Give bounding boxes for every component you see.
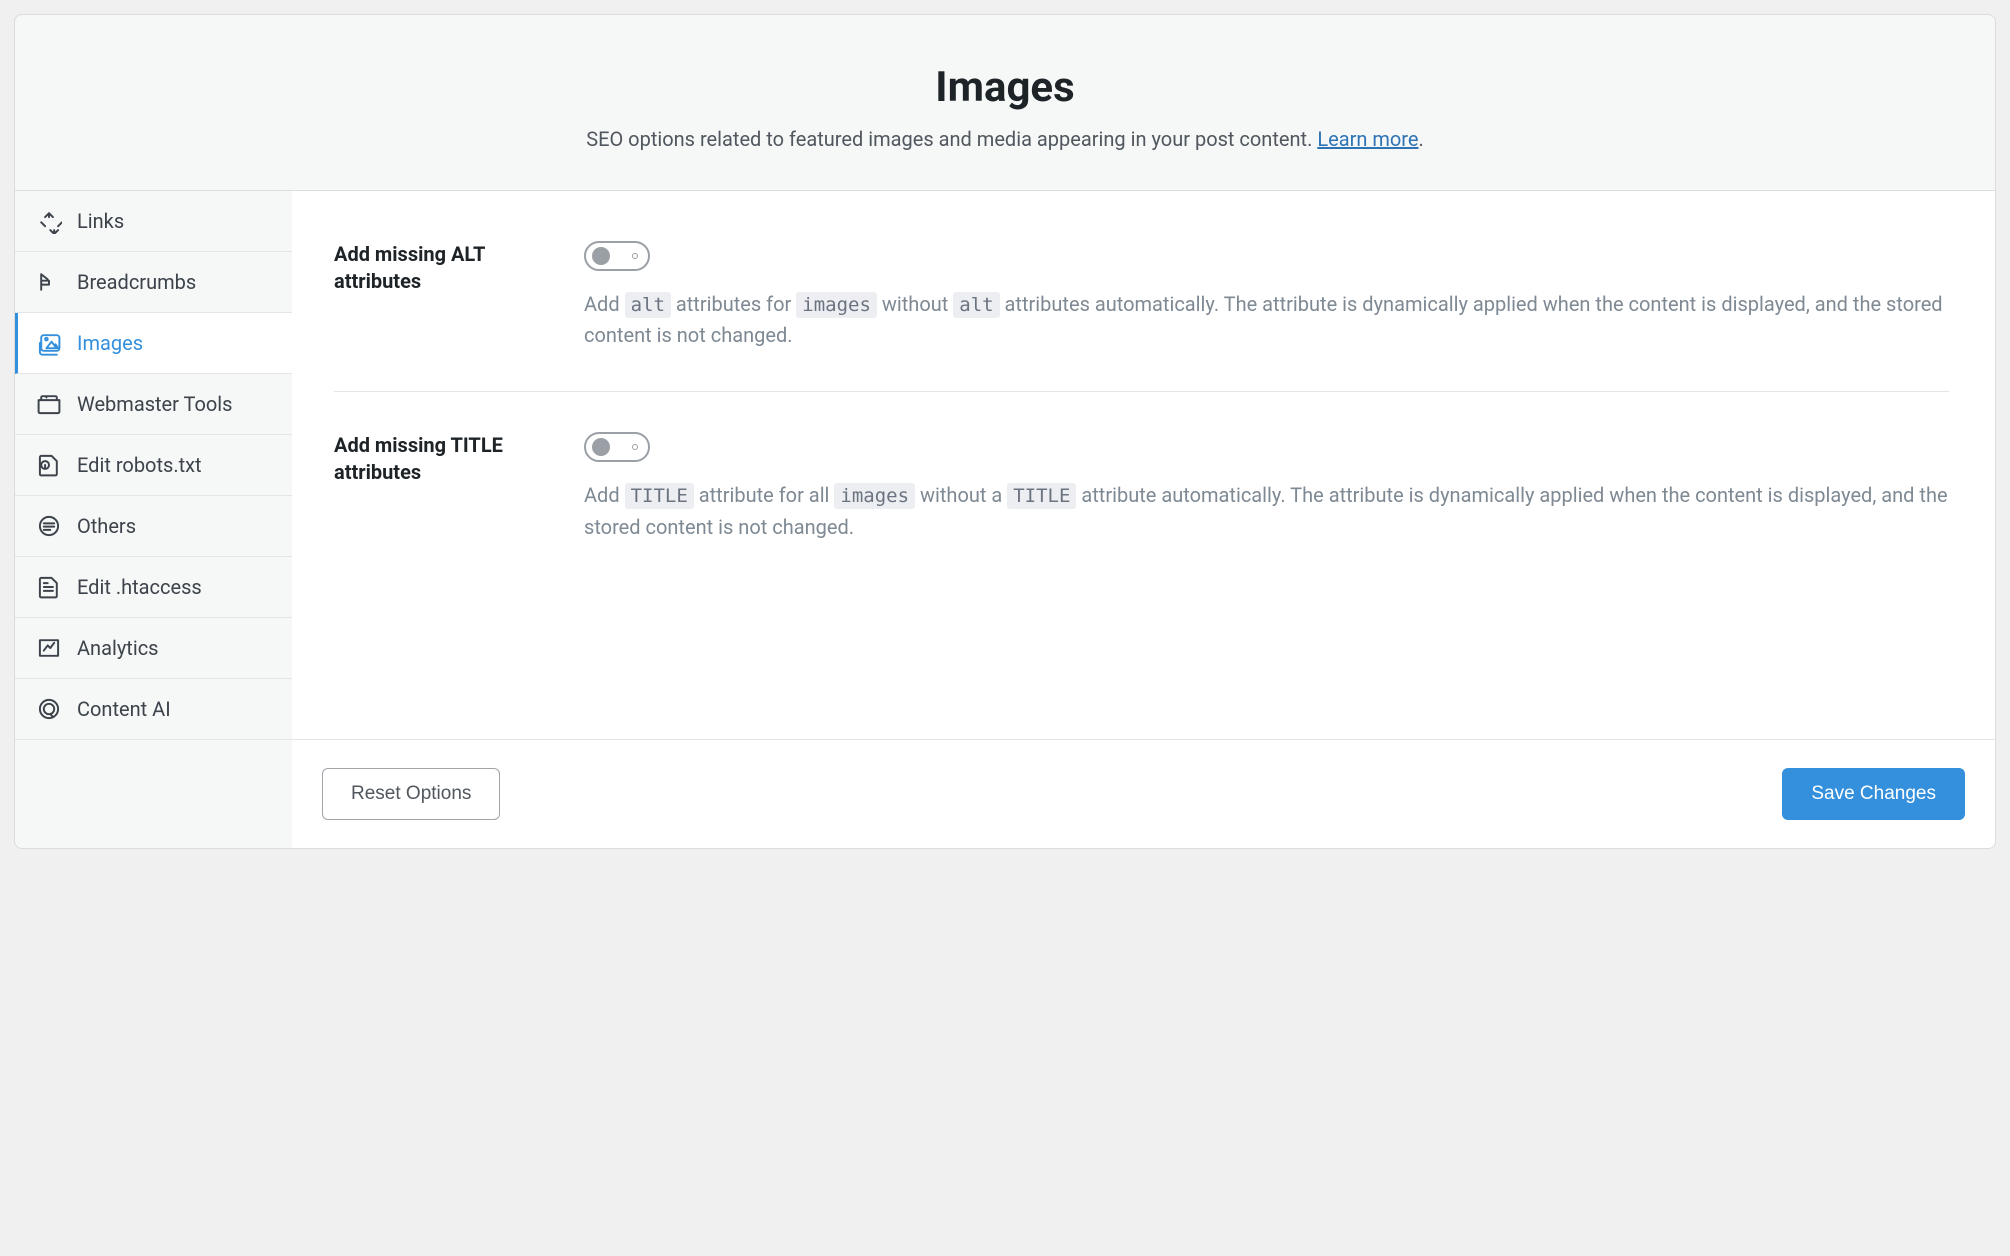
sidebar-item-webmaster-tools[interactable]: Webmaster Tools	[15, 374, 292, 435]
sidebar-item-label: Breadcrumbs	[77, 270, 196, 294]
analytics-icon	[35, 634, 63, 662]
breadcrumbs-icon	[35, 268, 63, 296]
sidebar-item-label: Webmaster Tools	[77, 392, 232, 416]
panel-body: Links Breadcrumbs Images Webmaster Tools…	[15, 191, 1995, 740]
links-icon	[35, 207, 63, 235]
setting-label: Add missing ALT attributes	[334, 241, 544, 351]
sidebar-item-label: Images	[77, 331, 143, 355]
sidebar-item-breadcrumbs[interactable]: Breadcrumbs	[15, 252, 292, 313]
toggle-alt-attributes[interactable]	[584, 241, 650, 271]
toggle-knob	[592, 438, 610, 456]
setting-control: Add TITLE attribute for all images witho…	[584, 432, 1949, 542]
toggle-dot	[632, 253, 638, 259]
learn-more-link[interactable]: Learn more	[1317, 127, 1418, 151]
setting-description-title: Add TITLE attribute for all images witho…	[584, 480, 1949, 542]
sidebar-item-links[interactable]: Links	[15, 191, 292, 252]
sidebar-item-content-ai[interactable]: Content AI	[15, 679, 292, 740]
setting-control: Add alt attributes for images without al…	[584, 241, 1949, 351]
setting-title-attributes: Add missing TITLE attributes Add TITLE a…	[334, 392, 1949, 562]
robots-file-icon	[35, 451, 63, 479]
sidebar-item-edit-htaccess[interactable]: Edit .htaccess	[15, 557, 292, 618]
page-description: SEO options related to featured images a…	[55, 124, 1955, 154]
toggle-knob	[592, 247, 610, 265]
setting-description-alt: Add alt attributes for images without al…	[584, 289, 1949, 351]
description-suffix: .	[1419, 127, 1424, 151]
description-text: SEO options related to featured images a…	[586, 127, 1317, 151]
htaccess-file-icon	[35, 573, 63, 601]
sidebar-item-label: Edit robots.txt	[77, 453, 202, 477]
reset-button[interactable]: Reset Options	[322, 768, 500, 820]
sidebar-item-edit-robots[interactable]: Edit robots.txt	[15, 435, 292, 496]
sidebar: Links Breadcrumbs Images Webmaster Tools…	[15, 191, 292, 740]
settings-panel: Images SEO options related to featured i…	[14, 14, 1996, 849]
sidebar-item-label: Content AI	[77, 697, 171, 721]
toggle-title-attributes[interactable]	[584, 432, 650, 462]
sidebar-item-label: Others	[77, 514, 136, 538]
content-ai-icon	[35, 695, 63, 723]
others-icon	[35, 512, 63, 540]
sidebar-item-label: Analytics	[77, 636, 159, 660]
webmaster-tools-icon	[35, 390, 63, 418]
footer-actions: Reset Options Save Changes	[292, 740, 1995, 848]
setting-label: Add missing TITLE attributes	[334, 432, 544, 542]
page-header: Images SEO options related to featured i…	[15, 15, 1995, 191]
content-area: Add missing ALT attributes Add alt attri…	[292, 191, 1995, 740]
sidebar-item-label: Links	[77, 209, 124, 233]
save-button[interactable]: Save Changes	[1782, 768, 1965, 820]
toggle-dot	[632, 444, 638, 450]
setting-alt-attributes: Add missing ALT attributes Add alt attri…	[334, 231, 1949, 392]
sidebar-item-analytics[interactable]: Analytics	[15, 618, 292, 679]
sidebar-item-label: Edit .htaccess	[77, 575, 202, 599]
sidebar-item-others[interactable]: Others	[15, 496, 292, 557]
images-icon	[35, 329, 63, 357]
sidebar-item-images[interactable]: Images	[15, 313, 292, 374]
page-title: Images	[55, 63, 1955, 112]
